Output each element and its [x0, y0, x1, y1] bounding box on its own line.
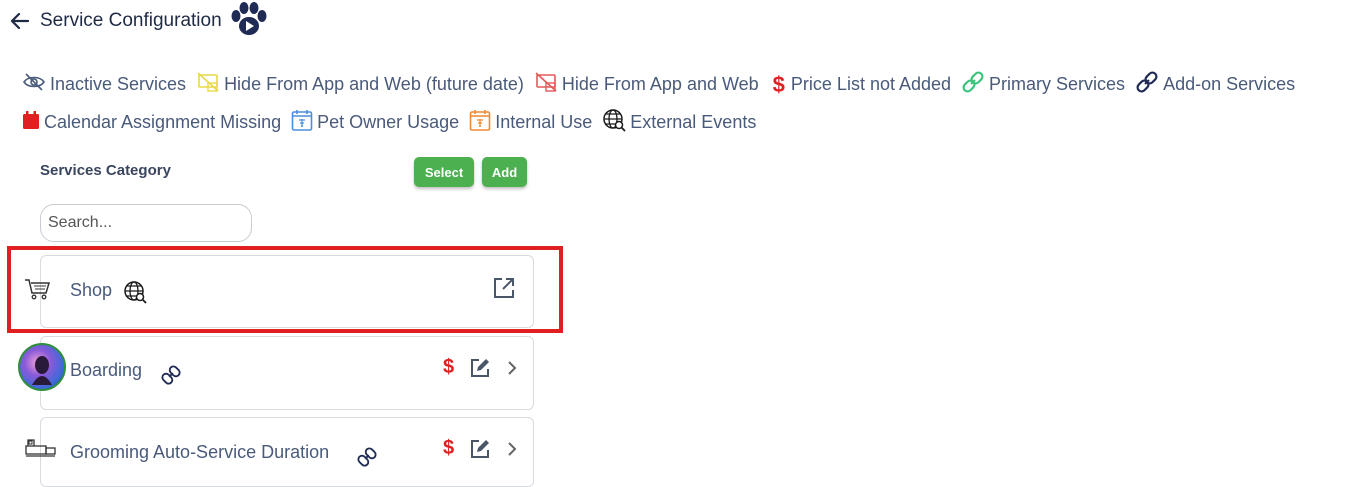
open-external-icon[interactable] [492, 276, 516, 305]
legend-external-label: External Events [630, 112, 757, 132]
service-name: Boarding [70, 360, 143, 380]
legend-calendar-missing: Calendar Assignment Missing [22, 109, 281, 136]
legend-price-missing: $ Price List not Added [769, 72, 951, 98]
legend-calendar-missing-label: Calendar Assignment Missing [44, 112, 282, 132]
legend-hide-future: Hide From App and Web (future date) [196, 71, 524, 98]
page-title: Service Configuration [40, 10, 222, 31]
add-button[interactable]: Add [482, 157, 527, 187]
link-addon-icon [160, 364, 182, 391]
legend-pet-owner: Pet Owner Usage [291, 108, 459, 137]
chevron-right-icon[interactable] [506, 440, 518, 463]
link-addon-icon [1135, 70, 1163, 99]
search-input[interactable] [40, 204, 252, 242]
legend-inactive-label: Inactive Services [50, 74, 187, 94]
service-name: Grooming Auto-Service Duration [70, 442, 330, 462]
service-name: Shop [70, 280, 113, 300]
avatar [18, 343, 66, 391]
link-primary-icon [961, 70, 989, 99]
legend-internal: Internal Use [469, 108, 592, 137]
legend-inactive: Inactive Services [22, 72, 186, 97]
legend-primary-label: Primary Services [989, 74, 1126, 94]
globe-search-icon [123, 280, 147, 309]
hide-icon [534, 71, 562, 98]
services-category-label: Services Category [40, 162, 171, 179]
page-header: Service Configuration [10, 1, 270, 36]
legend-price-missing-label: Price List not Added [790, 74, 952, 94]
dollar-icon: $ [772, 71, 785, 97]
select-button[interactable]: Select [414, 157, 474, 187]
legend-external: External Events [602, 108, 756, 137]
globe-search-icon [602, 108, 630, 137]
hide-future-icon [196, 71, 224, 98]
price-missing-icon: $ [443, 437, 455, 459]
edit-icon[interactable] [469, 438, 491, 465]
paw-play-icon [228, 1, 270, 41]
legend-internal-label: Internal Use [495, 112, 593, 132]
legend-primary: Primary Services [961, 70, 1125, 99]
calendar-blue-icon [291, 108, 317, 137]
eye-slash-icon [22, 72, 50, 97]
calendar-orange-icon [469, 108, 495, 137]
calendar-red-icon [22, 109, 44, 136]
legend-addon: Add-on Services [1135, 70, 1295, 99]
legend-hide: Hide From App and Web [534, 71, 759, 98]
legend-addon-label: Add-on Services [1163, 74, 1296, 94]
legend-pet-owner-label: Pet Owner Usage [317, 112, 460, 132]
edit-icon[interactable] [469, 357, 491, 384]
link-addon-icon [356, 446, 378, 473]
legend-hide-future-label: Hide From App and Web (future date) [224, 74, 524, 94]
legend-row-2: Calendar Assignment Missing Pet Owner Us… [22, 108, 766, 137]
shopping-cart-icon [24, 277, 52, 306]
grooming-station-icon [24, 436, 56, 463]
price-missing-icon: $ [443, 356, 455, 378]
legend-row-1: Inactive Services Hide From App and Web … [22, 70, 1305, 99]
service-card-shop[interactable] [40, 255, 534, 328]
back-arrow-icon[interactable] [10, 11, 30, 31]
chevron-right-icon[interactable] [506, 359, 518, 382]
legend-hide-label: Hide From App and Web [561, 74, 759, 94]
